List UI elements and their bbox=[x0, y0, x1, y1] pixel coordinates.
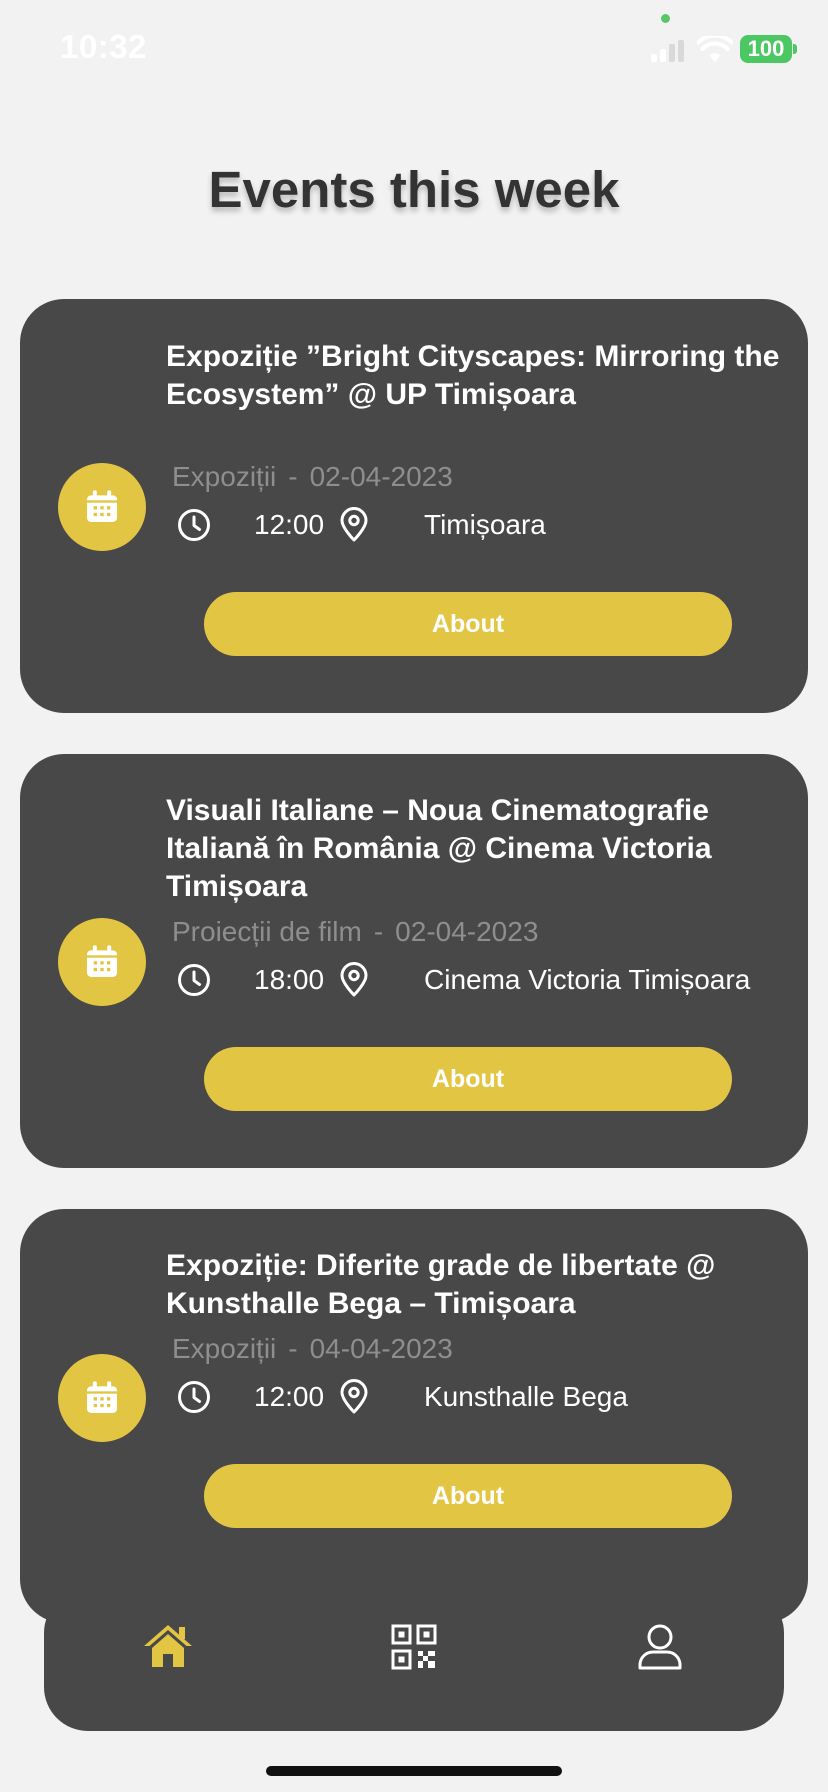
meta-separator: - bbox=[288, 1333, 298, 1364]
event-time: 12:00 bbox=[254, 509, 325, 540]
event-time: 12:00 bbox=[254, 1381, 325, 1412]
event-category: Expoziții bbox=[172, 1333, 277, 1364]
profile-icon bbox=[638, 1624, 682, 1670]
event-card: Expoziție: Diferite grade de libertate @… bbox=[20, 1209, 808, 1623]
event-category: Proiecții de film bbox=[172, 916, 362, 947]
event-meta: Proiecții de film -02-04-2023 bbox=[172, 916, 538, 948]
location-pin-icon bbox=[340, 962, 368, 997]
event-meta: Expoziții -04-04-2023 bbox=[172, 1333, 453, 1365]
privacy-indicator bbox=[661, 14, 670, 23]
event-location: Kunsthalle Bega bbox=[424, 1381, 628, 1412]
nav-profile[interactable] bbox=[632, 1619, 688, 1675]
clock-icon bbox=[178, 509, 210, 541]
event-title[interactable]: Expoziție ”Bright Cityscapes: Mirroring … bbox=[166, 338, 786, 414]
event-time: 18:00 bbox=[254, 964, 325, 995]
about-button[interactable]: About bbox=[204, 592, 732, 656]
cellular-signal-icon bbox=[651, 40, 685, 62]
calendar-icon bbox=[87, 490, 117, 522]
clock-icon bbox=[178, 1381, 210, 1413]
about-button[interactable]: About bbox=[204, 1047, 732, 1111]
clock-icon bbox=[178, 964, 210, 996]
event-info-row: 12:00 Timișoara bbox=[176, 507, 796, 543]
event-card: Expoziție ”Bright Cityscapes: Mirroring … bbox=[20, 299, 808, 713]
calendar-icon bbox=[87, 1381, 117, 1413]
qr-code-icon bbox=[391, 1624, 437, 1670]
event-date: 02-04-2023 bbox=[309, 461, 453, 492]
event-info-row: 12:00 Kunsthalle Bega bbox=[176, 1379, 796, 1415]
event-category: Expoziții bbox=[172, 461, 277, 492]
event-location: Cinema Victoria Timișoara bbox=[424, 964, 751, 995]
event-icon-badge bbox=[58, 918, 146, 1006]
status-bar: 10:32 100 bbox=[0, 0, 828, 100]
event-icon-badge bbox=[58, 1354, 146, 1442]
location-pin-icon bbox=[340, 1379, 368, 1414]
page-title: Events this week bbox=[208, 161, 620, 218]
screen: 10:32 100 Events this week Expoziție ”Br… bbox=[0, 0, 828, 1792]
location-pin-icon bbox=[340, 507, 368, 542]
status-time: 10:32 bbox=[60, 28, 147, 65]
nav-qr-scanner[interactable] bbox=[386, 1619, 442, 1675]
event-date: 02-04-2023 bbox=[395, 916, 539, 947]
event-title[interactable]: Visuali Italiane – Noua Cinematografie I… bbox=[166, 792, 786, 906]
home-icon bbox=[144, 1625, 192, 1667]
event-location: Timișoara bbox=[424, 509, 546, 540]
event-info-row: 18:00 Cinema Victoria Timișoara bbox=[176, 962, 796, 998]
event-meta: Expoziții -02-04-2023 bbox=[172, 461, 453, 493]
battery-tip bbox=[793, 44, 797, 54]
event-card: Visuali Italiane – Noua Cinematografie I… bbox=[20, 754, 808, 1168]
meta-separator: - bbox=[373, 916, 384, 947]
wifi-icon bbox=[697, 36, 733, 62]
battery-indicator: 100 bbox=[740, 35, 792, 63]
calendar-icon bbox=[87, 945, 117, 977]
bottom-nav bbox=[44, 1589, 784, 1731]
meta-separator: - bbox=[288, 461, 298, 492]
event-date: 04-04-2023 bbox=[309, 1333, 453, 1364]
nav-home[interactable] bbox=[140, 1619, 196, 1675]
event-title[interactable]: Expoziție: Diferite grade de libertate @… bbox=[166, 1247, 786, 1323]
home-indicator bbox=[266, 1766, 562, 1776]
about-button[interactable]: About bbox=[204, 1464, 732, 1528]
event-icon-badge bbox=[58, 463, 146, 551]
